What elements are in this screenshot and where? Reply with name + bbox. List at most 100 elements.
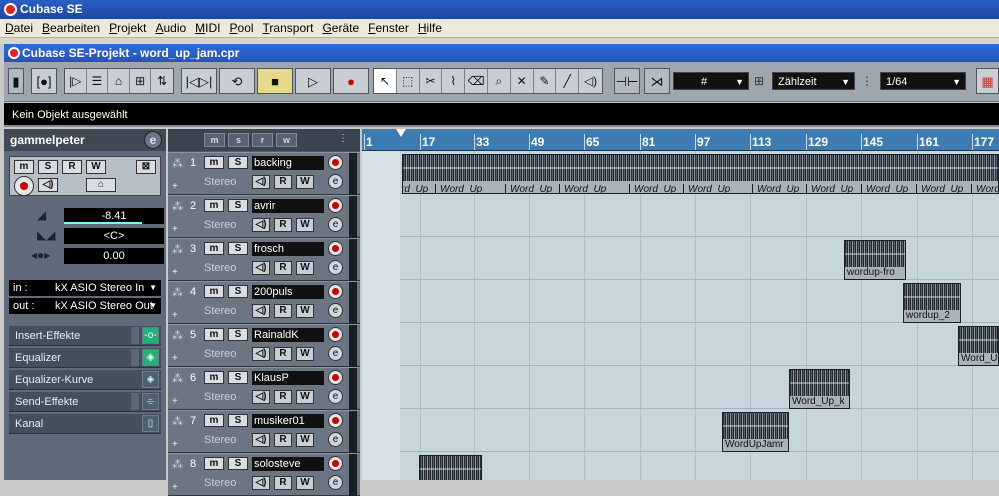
track-mute-button[interactable]: m xyxy=(204,371,224,384)
track-read-button[interactable]: R xyxy=(274,390,292,404)
track-name-field[interactable]: solosteve xyxy=(252,457,324,471)
grid-type-dropdown[interactable]: Zählzeit ▼ xyxy=(772,72,855,90)
track-read-button[interactable]: R xyxy=(274,304,292,318)
track-name-field[interactable]: avrir xyxy=(252,199,324,213)
section-send-effects[interactable]: Send-Effekte ⌯ xyxy=(9,392,161,412)
track-header[interactable]: ⁂ 7 m Smusiker01 Stereo ◁) R We + xyxy=(168,410,360,453)
stop-button[interactable]: ■ xyxy=(257,68,293,94)
track-name-field[interactable]: frosch xyxy=(252,242,324,256)
tracks-icon[interactable]: ⇅ xyxy=(151,69,173,93)
speaker-icon[interactable]: ◁) xyxy=(252,175,270,189)
insert-icon[interactable]: -o- xyxy=(142,327,159,344)
expand-icon[interactable]: + xyxy=(172,439,178,450)
menu-hilfe[interactable]: Hilfe xyxy=(413,21,446,35)
expand-icon[interactable]: + xyxy=(172,310,178,321)
audio-part-200puls[interactable]: wordup_2 xyxy=(903,283,961,323)
quantize-dropdown[interactable]: 1/64 ▼ xyxy=(880,72,966,90)
grid-view-icon[interactable]: ⊞ xyxy=(130,69,152,93)
draw-tool-icon[interactable]: ✎ xyxy=(534,69,557,93)
track-lane[interactable] xyxy=(362,366,999,409)
track-solo-button[interactable]: S xyxy=(228,414,248,427)
read-button[interactable]: R xyxy=(62,160,82,174)
speaker-icon[interactable]: ◁) xyxy=(252,476,270,490)
track-mute-button[interactable]: m xyxy=(204,328,224,341)
solo-button[interactable]: S xyxy=(38,160,58,174)
track-solo-button[interactable]: S xyxy=(228,457,248,470)
global-read-button[interactable]: r xyxy=(252,133,273,147)
magnet-button[interactable]: ⋊ xyxy=(644,68,670,94)
track-mute-button[interactable]: m xyxy=(204,457,224,470)
pointer-tool-icon[interactable]: ↖ xyxy=(374,69,397,93)
track-edit-button[interactable]: e xyxy=(328,389,343,404)
track-lane[interactable] xyxy=(362,409,999,452)
audio-part-klausp[interactable]: Word_Up_k xyxy=(789,369,850,409)
inspector-toggle-button[interactable]: ▮ xyxy=(8,68,24,94)
speaker-icon[interactable]: ◁) xyxy=(252,304,270,318)
track-edit-button[interactable]: e xyxy=(328,432,343,447)
monitor-button[interactable]: ◁) xyxy=(38,178,58,192)
section-equalizer-curve[interactable]: Equalizer-Kurve ◈ xyxy=(9,370,161,390)
track-read-button[interactable]: R xyxy=(274,476,292,490)
track-write-button[interactable]: W xyxy=(296,476,314,490)
pan-field[interactable]: <C> xyxy=(64,228,164,244)
track-write-button[interactable]: W xyxy=(296,347,314,361)
track-solo-button[interactable]: S xyxy=(228,156,248,169)
color-button[interactable]: ▦ xyxy=(976,68,999,94)
output-routing-dropdown[interactable]: out : kX ASIO Stereo Out ▼ xyxy=(9,298,161,314)
record-enable-button[interactable] xyxy=(14,176,34,196)
track-header[interactable]: ⁂ 1 m Sbacking Stereo ◁) R We + xyxy=(168,152,360,195)
track-write-button[interactable]: W xyxy=(296,175,314,189)
menu-datei[interactable]: Datei xyxy=(0,21,37,35)
glue-tool-icon[interactable]: ⌇ xyxy=(442,69,466,93)
global-mute-button[interactable]: m xyxy=(204,133,225,147)
track-record-button[interactable] xyxy=(328,327,343,342)
speaker-icon[interactable]: ◁) xyxy=(252,347,270,361)
expand-icon[interactable]: + xyxy=(172,482,178,493)
edit-channel-button[interactable]: e xyxy=(144,131,162,149)
track-read-button[interactable]: R xyxy=(274,433,292,447)
track-header[interactable]: ⁂ 4 m S 200puls Stereo ◁) R We + xyxy=(168,281,360,324)
speaker-icon[interactable]: ◁) xyxy=(252,390,270,404)
track-name-field[interactable]: 200puls xyxy=(252,285,324,299)
lock-icon[interactable]: ⌂ xyxy=(86,178,116,192)
audio-part-backing[interactable]: Word_UpWord_UpWord_UpWord_UpWord_UpWord_… xyxy=(402,154,999,194)
write-button[interactable]: W xyxy=(86,160,106,174)
timeline-ruler[interactable]: 1 17 33 49 65 81 97 113 129 145 161 177 xyxy=(362,129,999,151)
grid-mode-dropdown[interactable]: # ▼ xyxy=(673,72,749,90)
track-mute-button[interactable]: m xyxy=(204,242,224,255)
speaker-icon[interactable]: ◁) xyxy=(252,261,270,275)
track-write-button[interactable]: W xyxy=(296,390,314,404)
track-edit-button[interactable]: e xyxy=(328,260,343,275)
track-record-button[interactable] xyxy=(328,456,343,471)
menu-projekt[interactable]: Projekt xyxy=(104,21,150,35)
expand-icon[interactable]: + xyxy=(172,224,178,235)
track-edit-button[interactable]: e xyxy=(328,174,343,189)
speaker-tool-icon[interactable]: ◁) xyxy=(579,69,602,93)
track-record-button[interactable] xyxy=(328,284,343,299)
menu-bearbeiten[interactable]: Bearbeiten xyxy=(37,21,104,35)
speaker-icon[interactable]: ◁) xyxy=(252,218,270,232)
range-tool-icon[interactable]: ⬚ xyxy=(397,69,420,93)
section-insert-effects[interactable]: Insert-Effekte -o- xyxy=(9,326,161,346)
audio-part-rainaldk[interactable]: Word_U xyxy=(958,326,999,366)
audio-part-frosch[interactable]: wordup-fro xyxy=(844,240,906,280)
track-solo-button[interactable]: S xyxy=(228,242,248,255)
global-solo-button[interactable]: s xyxy=(228,133,249,147)
track-mute-button[interactable]: m xyxy=(204,156,224,169)
track-write-button[interactable]: W xyxy=(296,261,314,275)
track-mute-button[interactable]: m xyxy=(204,199,224,212)
track-edit-button[interactable]: e xyxy=(328,217,343,232)
left-locator-icon[interactable] xyxy=(396,129,406,137)
eraser-tool-icon[interactable]: ⌫ xyxy=(465,69,488,93)
eq-curve-icon[interactable]: ◈ xyxy=(142,371,159,388)
track-record-button[interactable] xyxy=(328,370,343,385)
track-read-button[interactable]: R xyxy=(274,218,292,232)
menu-fenster[interactable]: Fenster xyxy=(363,21,413,35)
track-write-button[interactable]: W xyxy=(296,433,314,447)
track-read-button[interactable]: R xyxy=(274,261,292,275)
track-record-button[interactable] xyxy=(328,413,343,428)
track-name-field[interactable]: KlausP xyxy=(252,371,324,385)
menu-audio[interactable]: Audio xyxy=(150,21,190,35)
expand-icon[interactable]: + xyxy=(172,396,178,407)
stack-icon[interactable]: ⌂ xyxy=(108,69,130,93)
